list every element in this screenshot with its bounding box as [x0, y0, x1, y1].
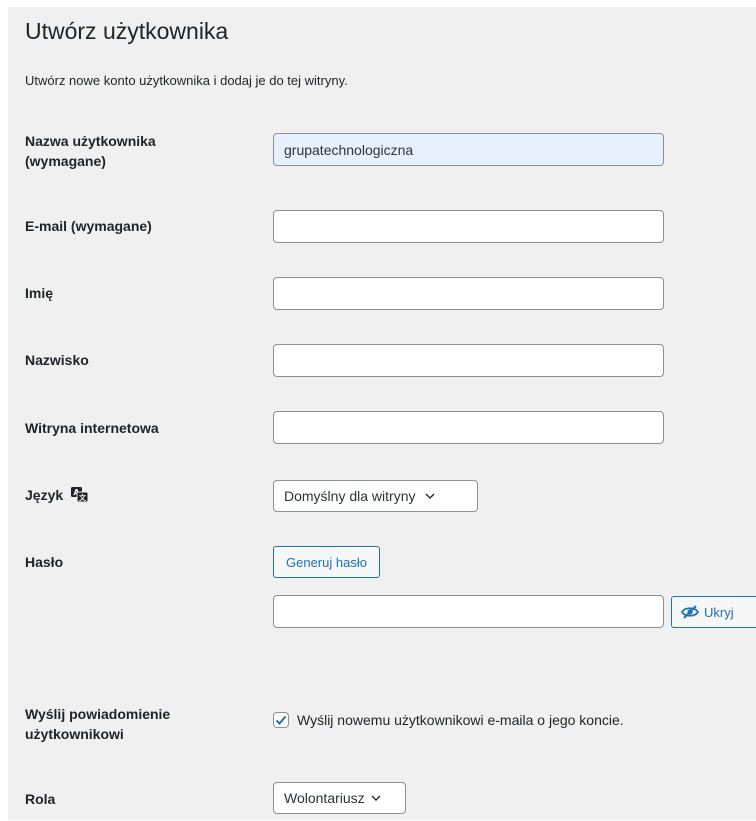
- first-name-label: Imię: [25, 285, 54, 301]
- last-name-input[interactable]: [273, 344, 664, 377]
- checkmark-icon: [275, 715, 287, 725]
- notify-label-line1: Wyślij powiadomienie: [25, 706, 171, 722]
- language-label-text: Język: [25, 487, 64, 503]
- hide-password-label: Ukryj: [704, 604, 734, 620]
- role-label: Rola: [25, 791, 56, 807]
- language-select[interactable]: Domyślny dla witryny: [273, 480, 478, 512]
- notify-checkbox[interactable]: [273, 712, 289, 728]
- eye-slash-icon: [680, 605, 700, 619]
- password-label: Hasło: [25, 554, 64, 570]
- role-select[interactable]: Wolontariusz: [273, 782, 406, 814]
- username-label-suffix: (wymagane): [25, 153, 106, 169]
- notify-checkbox-label: Wyślij nowemu użytkownikowi e-maila o je…: [297, 712, 624, 728]
- language-select-value: Domyślny dla witryny: [284, 488, 416, 504]
- notify-checkbox-row[interactable]: Wyślij nowemu użytkownikowi e-maila o je…: [273, 712, 624, 728]
- language-label: Język A 文: [25, 485, 89, 508]
- website-input[interactable]: [273, 411, 664, 444]
- chevron-down-icon: [371, 795, 381, 802]
- svg-text:文: 文: [79, 493, 87, 502]
- email-label: E-mail (wymagane): [25, 218, 152, 234]
- hide-password-button[interactable]: Ukryj: [671, 596, 756, 628]
- page-description: Utwórz nowe konto użytkownika i dodaj je…: [25, 73, 348, 88]
- chevron-down-icon: [425, 493, 436, 500]
- username-label: Nazwa użytkownika (wymagane): [25, 131, 156, 171]
- first-name-input[interactable]: [273, 277, 664, 310]
- generate-password-button[interactable]: Generuj hasło: [273, 546, 380, 578]
- page-title: Utwórz użytkownika: [25, 18, 229, 44]
- role-select-value: Wolontariusz: [284, 790, 365, 806]
- password-input[interactable]: [273, 595, 664, 628]
- last-name-label: Nazwisko: [25, 352, 89, 368]
- username-input[interactable]: [273, 133, 664, 166]
- notify-label: Wyślij powiadomienie użytkownikowi: [25, 704, 170, 744]
- notify-label-line2: użytkownikowi: [25, 726, 124, 742]
- email-input[interactable]: [273, 210, 664, 243]
- website-label: Witryna internetowa: [25, 420, 159, 436]
- username-label-text: Nazwa użytkownika: [25, 133, 156, 149]
- translation-icon: A 文: [71, 487, 89, 508]
